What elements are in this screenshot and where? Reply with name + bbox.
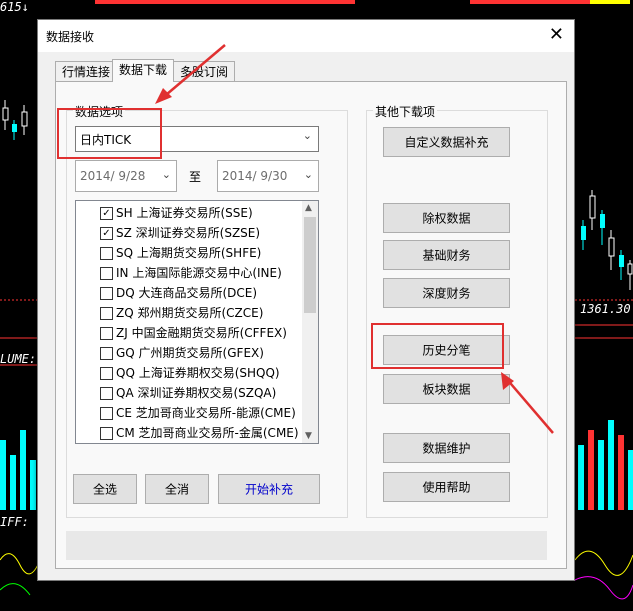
annotation-arrows bbox=[155, 44, 554, 434]
tab-data-download[interactable]: 数据下载 bbox=[112, 59, 175, 82]
